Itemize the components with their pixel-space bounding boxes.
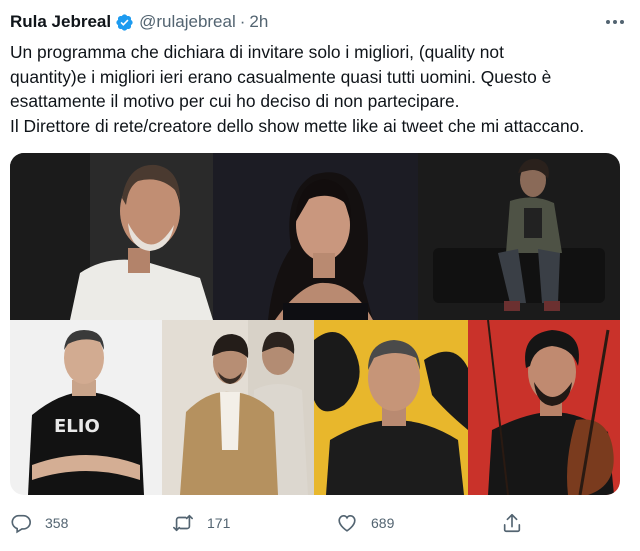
heart-icon bbox=[338, 515, 356, 532]
shirt-text: ELIO bbox=[54, 416, 100, 437]
tweet-text-line: Un programma che dichiara di invitare so… bbox=[10, 42, 504, 62]
tweet-text-line: Il Direttore di rete/creatore dello show… bbox=[10, 115, 585, 136]
media-collage[interactable]: ELIO bbox=[10, 153, 620, 495]
retweet-button[interactable]: 171 bbox=[172, 505, 230, 541]
author-name[interactable]: Rula Jebreal bbox=[10, 12, 111, 32]
photo-two-men[interactable] bbox=[162, 320, 314, 495]
retweet-icon bbox=[173, 514, 193, 532]
tweet-header: Rula Jebreal @rulajebreal · 2h bbox=[10, 10, 268, 34]
tweet-actions: 358 171 689 bbox=[0, 505, 640, 541]
photo-man-yellow-background[interactable] bbox=[314, 320, 468, 495]
share-button[interactable] bbox=[501, 505, 523, 541]
like-button[interactable]: 689 bbox=[336, 505, 394, 541]
retweet-count: 171 bbox=[207, 515, 231, 531]
share-icon bbox=[503, 513, 521, 533]
photo-man-elio-shirt[interactable]: ELIO bbox=[10, 320, 162, 495]
tweet-text-line: esattamente il motivo per cui ho deciso … bbox=[10, 91, 460, 112]
verified-badge-icon bbox=[116, 13, 133, 31]
tweet-text-line: quantity)e i migliori ieri erano casualm… bbox=[10, 66, 552, 87]
photo-man-white-shirt[interactable] bbox=[10, 153, 213, 320]
reply-button[interactable]: 358 bbox=[10, 505, 68, 541]
photo-woman-dark-hair[interactable] bbox=[213, 153, 418, 320]
reply-icon bbox=[11, 514, 31, 534]
tweet-card: Rula Jebreal @rulajebreal · 2h Un progra… bbox=[0, 0, 640, 551]
separator-dot: · bbox=[239, 12, 246, 31]
like-count: 689 bbox=[371, 515, 395, 531]
reply-count: 358 bbox=[45, 515, 69, 531]
tweet-time[interactable]: 2h bbox=[249, 12, 268, 32]
author-handle[interactable]: @rulajebreal bbox=[139, 12, 236, 32]
photo-man-sitting-couch[interactable] bbox=[418, 153, 620, 320]
tweet-text: Un programma che dichiara di invitare so… bbox=[10, 40, 634, 138]
more-options-icon[interactable] bbox=[604, 14, 626, 30]
photo-man-cello[interactable] bbox=[468, 320, 620, 495]
